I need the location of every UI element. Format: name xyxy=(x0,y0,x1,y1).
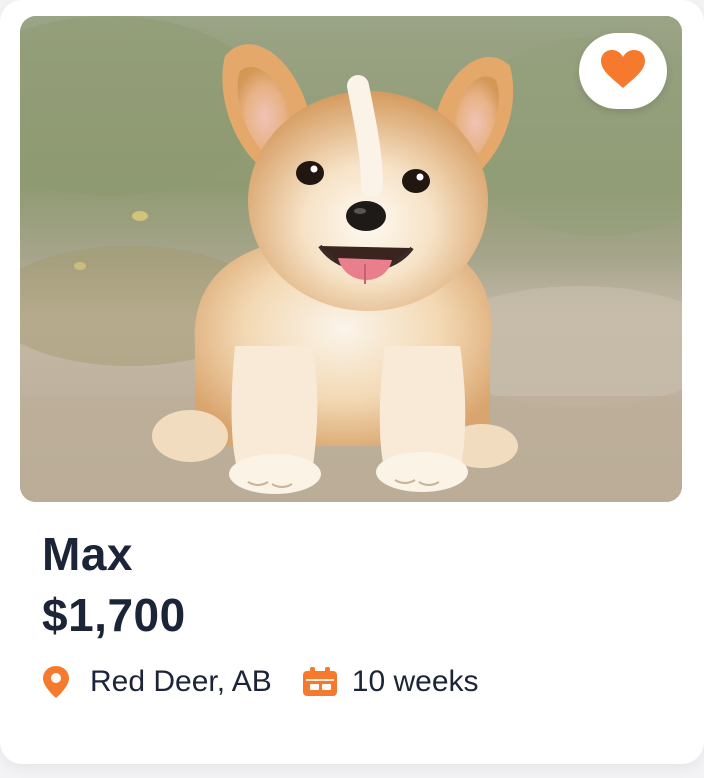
location-pin-icon xyxy=(42,665,70,699)
pet-price: $1,700 xyxy=(42,589,186,641)
age-text: 10 weeks xyxy=(351,665,479,698)
location-text: Red Deer, AB xyxy=(90,665,272,698)
listing-card[interactable]: Max $1,700 Red Deer, AB 10 weeks xyxy=(0,0,704,764)
favorite-button[interactable] xyxy=(579,33,667,109)
pet-name: Max xyxy=(42,528,133,580)
calendar-icon xyxy=(302,667,338,697)
listing-meta: Red Deer, AB 10 weeks xyxy=(42,660,479,704)
heart-icon xyxy=(599,49,647,94)
